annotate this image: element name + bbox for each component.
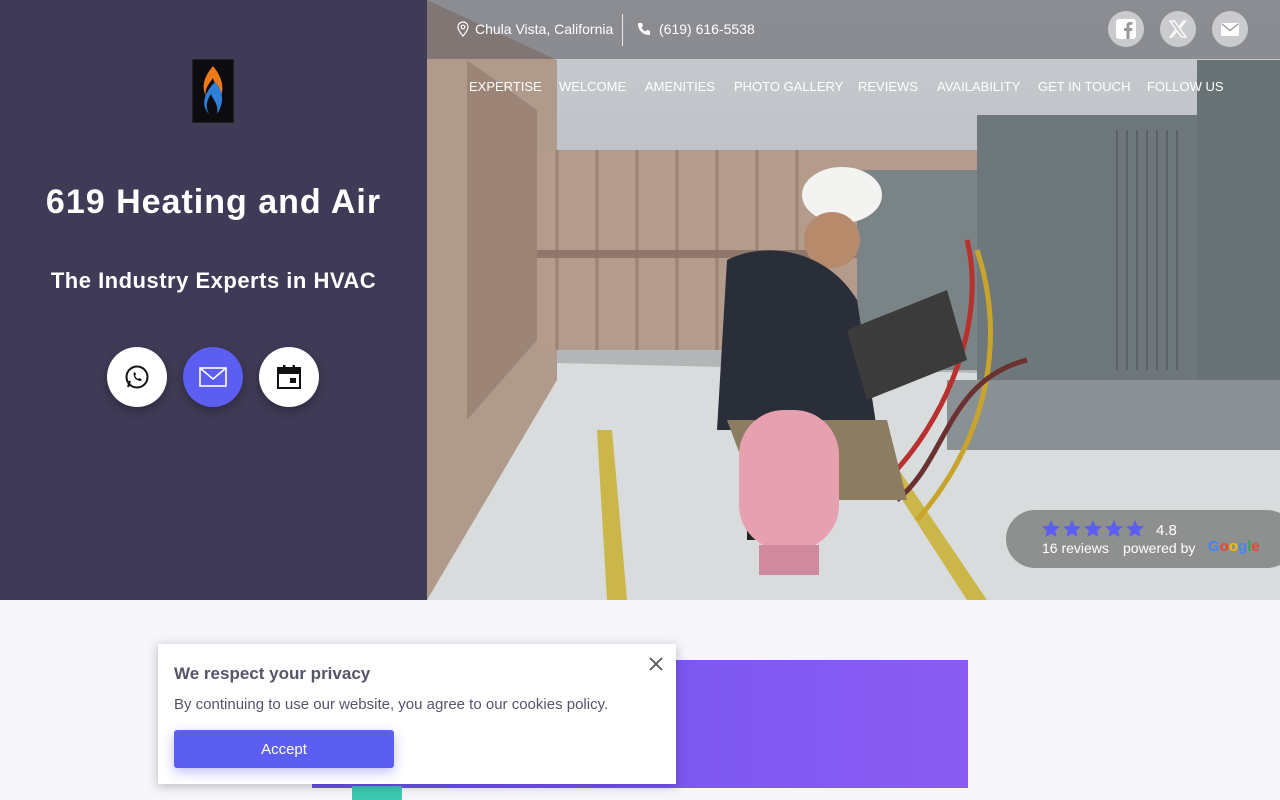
topbar-divider <box>622 14 623 46</box>
email-social-button[interactable] <box>1212 11 1248 47</box>
rating-stars <box>1042 520 1144 537</box>
star-icon <box>1126 520 1144 537</box>
google-reviews-badge[interactable]: 4.8 16 reviews powered by Google <box>1006 510 1280 568</box>
brand-title: 619 Heating and Air <box>45 183 382 221</box>
x-twitter-button[interactable] <box>1160 11 1196 47</box>
x-twitter-icon <box>1169 20 1187 38</box>
phone-text: (619) 616-5538 <box>659 21 755 37</box>
map-pin-icon <box>457 21 469 37</box>
cookie-text: By continuing to use our website, you ag… <box>174 696 609 713</box>
nav-welcome[interactable]: WELCOME <box>559 79 626 94</box>
facebook-button[interactable] <box>1108 11 1144 47</box>
brand-panel: 619 Heating and Air The Industry Experts… <box>0 0 427 600</box>
hero-image: Chula Vista, California (619) 616-5538 E… <box>427 0 1280 600</box>
whatsapp-button[interactable] <box>107 347 167 407</box>
calendar-button[interactable] <box>259 347 319 407</box>
nav-reviews[interactable]: REVIEWS <box>858 79 918 94</box>
whatsapp-icon <box>125 365 149 389</box>
calendar-icon <box>277 365 301 389</box>
email-button[interactable] <box>183 347 243 407</box>
accept-cookies-button[interactable]: Accept <box>174 730 394 768</box>
rating-value: 4.8 <box>1156 522 1177 539</box>
teal-accent-block <box>352 786 402 800</box>
mail-icon <box>199 367 227 387</box>
location: Chula Vista, California <box>457 21 613 37</box>
mail-icon <box>1221 22 1239 36</box>
google-logo-icon: Google <box>1208 538 1260 555</box>
powered-by-label: powered by <box>1123 540 1196 556</box>
star-icon <box>1105 520 1123 537</box>
top-bar: Chula Vista, California (619) 616-5538 <box>427 0 1280 59</box>
phone-link[interactable]: (619) 616-5538 <box>637 21 755 37</box>
flame-logo-icon[interactable] <box>192 59 234 123</box>
nav-expertise[interactable]: EXPERTISE <box>469 79 542 94</box>
brand-tagline: The Industry Experts in HVAC <box>50 268 377 293</box>
close-icon <box>649 657 663 671</box>
nav-follow-us[interactable]: FOLLOW US <box>1147 79 1224 94</box>
nav-availability[interactable]: AVAILABILITY <box>937 79 1020 94</box>
facebook-icon <box>1116 19 1136 39</box>
cookie-title: We respect your privacy <box>174 664 371 683</box>
location-text: Chula Vista, California <box>475 21 614 37</box>
star-icon <box>1042 520 1060 537</box>
nav-photo-gallery[interactable]: PHOTO GALLERY <box>734 79 843 94</box>
close-cookie-button[interactable] <box>646 654 666 674</box>
main-nav: EXPERTISE WELCOME AMENITIES PHOTO GALLER… <box>427 79 1280 97</box>
nav-amenities[interactable]: AMENITIES <box>645 79 715 94</box>
star-icon <box>1084 520 1102 537</box>
review-count: 16 reviews <box>1042 540 1109 556</box>
star-icon <box>1063 520 1081 537</box>
phone-icon <box>638 23 650 35</box>
nav-get-in-touch[interactable]: GET IN TOUCH <box>1038 79 1130 94</box>
cookie-banner: We respect your privacy By continuing to… <box>158 644 676 784</box>
